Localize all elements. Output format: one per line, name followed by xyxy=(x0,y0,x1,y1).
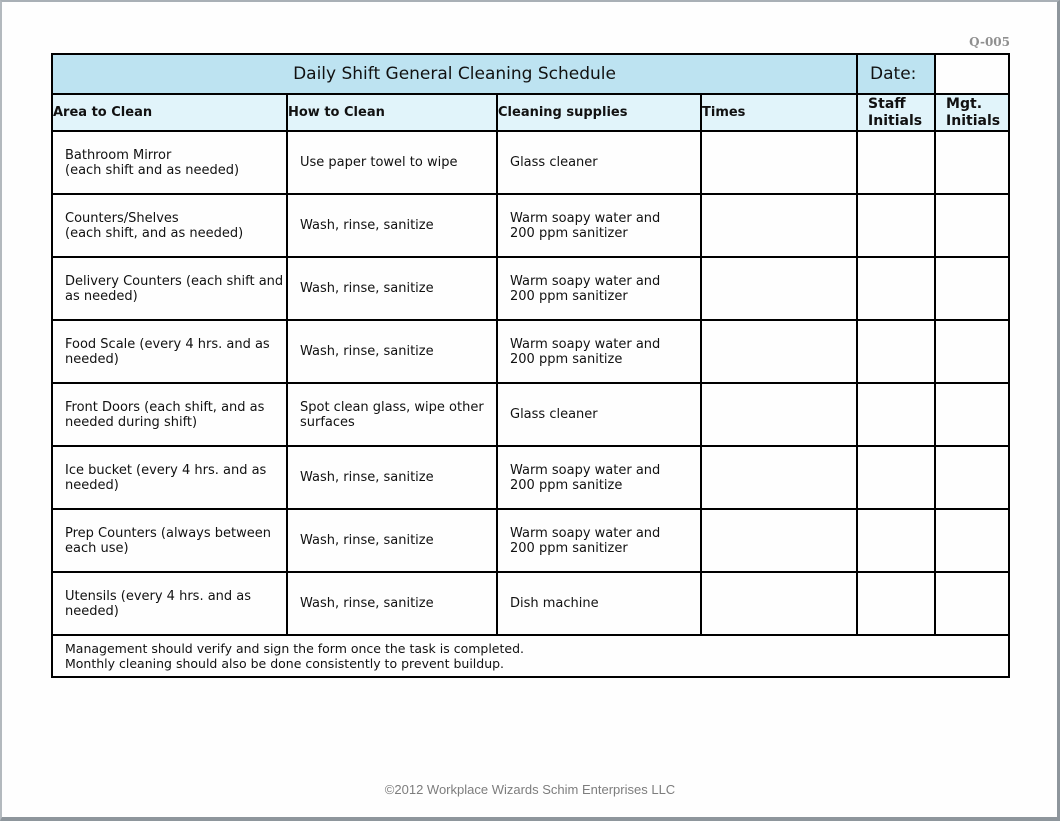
staff-initials-field[interactable] xyxy=(856,319,937,384)
staff-initials-field[interactable] xyxy=(856,256,937,321)
table-row: Utensils (every 4 hrs. and as needed) Was… xyxy=(51,571,1011,636)
table-row: Bathroom Mirror (each shift and as needed… xyxy=(51,130,1011,195)
table-row: Counters/Shelves (each shift, and as need… xyxy=(51,193,1011,258)
area-name: Utensils (every 4 hrs. and as needed) xyxy=(65,588,252,619)
area-name: Ice bucket (every 4 hrs. and as needed) xyxy=(65,462,267,493)
supplies-cell: Glass cleaner xyxy=(496,130,702,195)
supplies-cell: Warm soapy water and 200 ppm sanitize xyxy=(496,319,702,384)
times-field[interactable] xyxy=(699,319,859,384)
times-field[interactable] xyxy=(699,445,859,510)
area-cell: Front Doors (each shift, and as needed d… xyxy=(51,382,288,447)
column-header-supplies: Cleaning supplies xyxy=(496,93,702,132)
area-name: Counters/Shelves xyxy=(65,210,179,226)
staff-initials-field[interactable] xyxy=(856,571,937,636)
column-header-how: How to Clean xyxy=(286,93,498,132)
area-cell: Delivery Counters (each shift and as nee… xyxy=(51,256,288,321)
table-row: Delivery Counters (each shift and as nee… xyxy=(51,256,1011,321)
copyright-footer: ©2012 Workplace Wizards Schim Enterprise… xyxy=(384,782,676,797)
times-field[interactable] xyxy=(699,508,859,573)
cleaning-schedule-table: Daily Shift General Cleaning Schedule Da… xyxy=(50,53,1011,678)
header-row: Area to Clean How to Clean Cleaning supp… xyxy=(51,93,1011,132)
column-header-staff-initials: Staff Initials xyxy=(856,93,937,132)
mgt-initials-field[interactable] xyxy=(934,319,1011,384)
note-line: Management should verify and sign the fo… xyxy=(65,641,524,656)
note-line: Monthly cleaning should also be done con… xyxy=(65,656,505,671)
mgt-initials-field[interactable] xyxy=(934,130,1011,195)
staff-initials-field[interactable] xyxy=(856,193,937,258)
mgt-initials-field[interactable] xyxy=(934,571,1011,636)
title-row: Daily Shift General Cleaning Schedule Da… xyxy=(50,53,1011,95)
area-name: Food Scale (every 4 hrs. and as needed) xyxy=(65,336,270,367)
how-to-clean-cell: Use paper towel to wipe xyxy=(286,130,498,195)
times-field[interactable] xyxy=(699,130,859,195)
mgt-initials-field[interactable] xyxy=(934,193,1011,258)
area-name: Bathroom Mirror xyxy=(65,147,172,163)
table-row: Prep Counters (always between each use) W… xyxy=(51,508,1011,573)
area-name: Front Doors (each shift, and as needed d… xyxy=(65,399,265,430)
area-cell: Bathroom Mirror (each shift and as needed… xyxy=(51,130,288,195)
area-cell: Ice bucket (every 4 hrs. and as needed) xyxy=(51,445,288,510)
column-header-times: Times xyxy=(699,93,859,132)
supplies-cell: Dish machine xyxy=(496,571,702,636)
table-row: Food Scale (every 4 hrs. and as needed) W… xyxy=(51,319,1011,384)
times-field[interactable] xyxy=(699,571,859,636)
mgt-initials-field[interactable] xyxy=(934,508,1011,573)
staff-initials-field[interactable] xyxy=(856,508,937,573)
supplies-cell: Warm soapy water and 200 ppm sanitizer xyxy=(496,256,702,321)
how-to-clean-cell: Wash, rinse, sanitize xyxy=(286,193,498,258)
date-field[interactable] xyxy=(934,53,1011,95)
supplies-cell: Warm soapy water and 200 ppm sanitizer xyxy=(496,508,702,573)
form-code: Q-005 xyxy=(969,35,1010,49)
area-cell: Food Scale (every 4 hrs. and as needed) xyxy=(51,319,288,384)
how-to-clean-cell: Spot clean glass, wipe other surfaces xyxy=(286,382,498,447)
notes-cell: Management should verify and sign the fo… xyxy=(50,634,1011,678)
mgt-initials-field[interactable] xyxy=(934,445,1011,510)
how-to-clean-cell: Wash, rinse, sanitize xyxy=(286,508,498,573)
area-name: Delivery Counters (each shift and as nee… xyxy=(65,273,284,304)
column-header-mgt-initials: Mgt. Initials xyxy=(934,93,1011,132)
staff-initials-field[interactable] xyxy=(856,445,937,510)
table-row: Front Doors (each shift, and as needed d… xyxy=(51,382,1011,447)
times-field[interactable] xyxy=(699,193,859,258)
date-label: Date: xyxy=(856,53,937,95)
area-cell: Prep Counters (always between each use) xyxy=(51,508,288,573)
area-cell: Counters/Shelves (each shift, and as need… xyxy=(51,193,288,258)
supplies-cell: Glass cleaner xyxy=(496,382,702,447)
how-to-clean-cell: Wash, rinse, sanitize xyxy=(286,445,498,510)
column-header-area: Area to Clean xyxy=(51,93,288,132)
area-cell: Utensils (every 4 hrs. and as needed) xyxy=(51,571,288,636)
how-to-clean-cell: Wash, rinse, sanitize xyxy=(286,256,498,321)
times-field[interactable] xyxy=(699,382,859,447)
table-row: Ice bucket (every 4 hrs. and as needed) W… xyxy=(51,445,1011,510)
mgt-initials-field[interactable] xyxy=(934,256,1011,321)
how-to-clean-cell: Wash, rinse, sanitize xyxy=(286,571,498,636)
staff-initials-field[interactable] xyxy=(856,382,937,447)
how-to-clean-cell: Wash, rinse, sanitize xyxy=(286,319,498,384)
staff-initials-field[interactable] xyxy=(856,130,937,195)
area-name: Prep Counters (always between each use) xyxy=(65,525,271,556)
notes-row: Management should verify and sign the fo… xyxy=(50,634,1011,678)
area-frequency: (each shift and as needed) xyxy=(65,162,240,178)
area-frequency: (each shift, and as needed) xyxy=(65,225,244,241)
mgt-initials-field[interactable] xyxy=(934,382,1011,447)
supplies-cell: Warm soapy water and 200 ppm sanitizer xyxy=(496,193,702,258)
supplies-cell: Warm soapy water and 200 ppm sanitize xyxy=(496,445,702,510)
schedule-title: Daily Shift General Cleaning Schedule xyxy=(50,53,859,95)
times-field[interactable] xyxy=(699,256,859,321)
